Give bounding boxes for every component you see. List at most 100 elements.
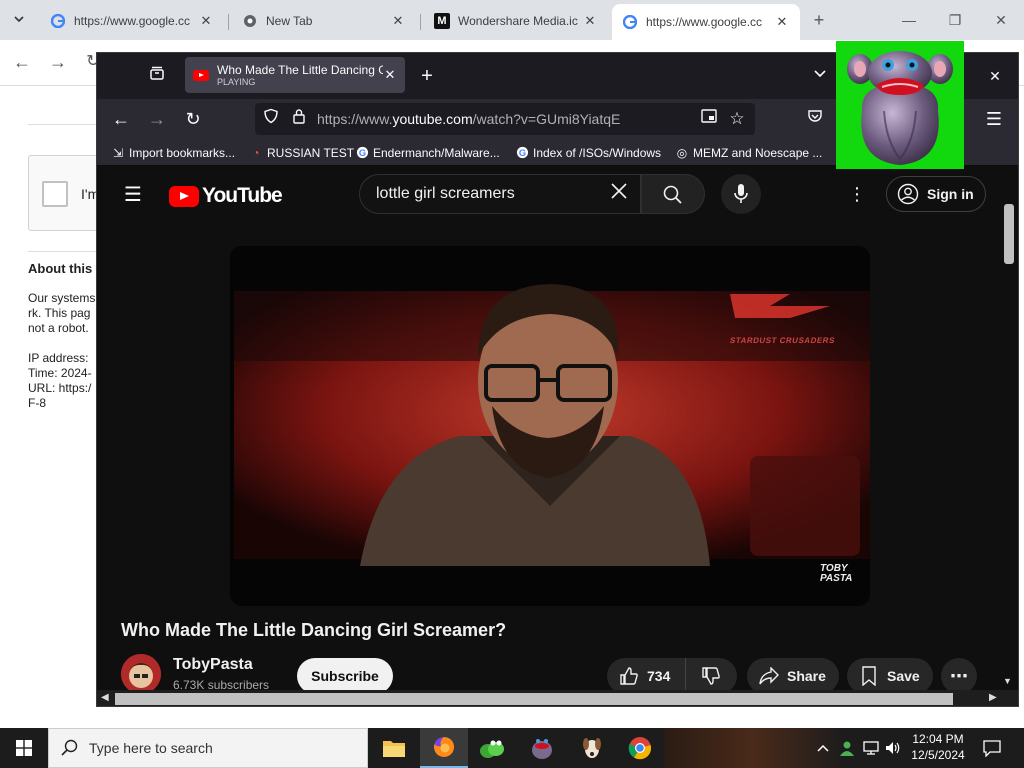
- bookmark-memz[interactable]: ◎ MEMZ and Noescape ...: [675, 143, 823, 163]
- like-button[interactable]: 734: [607, 658, 686, 694]
- close-icon[interactable]: ✕: [582, 13, 598, 29]
- tray-user-icon[interactable]: [836, 728, 858, 768]
- bookmark-endermanch[interactable]: G Endermanch/Malware...: [355, 143, 500, 163]
- clear-search-icon[interactable]: [607, 182, 631, 204]
- chrome-tab-google-active[interactable]: https://www.google.cc ✕: [612, 4, 800, 40]
- scrollbar-thumb[interactable]: [1004, 204, 1014, 264]
- avatar[interactable]: [121, 654, 161, 694]
- sign-in-button[interactable]: Sign in: [886, 176, 986, 212]
- taskbar-app-creature[interactable]: [518, 728, 566, 768]
- scroll-right-icon[interactable]: ▶: [989, 692, 997, 703]
- close-window-button[interactable]: ✕: [978, 6, 1024, 34]
- new-tab-button[interactable]: +: [804, 6, 834, 34]
- video-title: Who Made The Little Dancing Girl Screame…: [121, 620, 507, 640]
- list-all-tabs-icon[interactable]: [808, 65, 832, 87]
- taskbar-firefox[interactable]: [420, 728, 468, 768]
- lock-icon[interactable]: [287, 108, 311, 130]
- channel-name[interactable]: TobyPasta: [173, 656, 253, 674]
- shield-icon[interactable]: [259, 108, 283, 130]
- bookmark-russian-test[interactable]: ◔ RUSSIAN TEST: [249, 143, 354, 163]
- google-icon: G: [515, 146, 529, 160]
- bookmark-import[interactable]: ⇲ Import bookmarks...: [111, 143, 235, 163]
- more-vertical-icon[interactable]: ⋮: [845, 183, 869, 205]
- tray-network-icon[interactable]: [860, 728, 882, 768]
- close-icon[interactable]: ✕: [198, 13, 214, 29]
- share-button[interactable]: Share: [747, 658, 839, 694]
- taskbar-app-frogs[interactable]: [468, 728, 516, 768]
- taskbar-chrome[interactable]: [616, 728, 664, 768]
- account-icon: [897, 183, 919, 205]
- close-window-button[interactable]: ✕: [983, 65, 1007, 87]
- firefox-view-icon[interactable]: [145, 65, 169, 87]
- google-icon: [622, 14, 638, 30]
- close-icon[interactable]: ✕: [383, 67, 397, 83]
- windows-taskbar: Type here to search 12:04 PM 12/5/2024: [0, 728, 1024, 768]
- back-arrow-icon[interactable]: ←: [109, 108, 133, 130]
- back-arrow-icon[interactable]: ←: [4, 48, 40, 76]
- show-hidden-icons-button[interactable]: [812, 728, 834, 768]
- voice-search-button[interactable]: [721, 174, 761, 214]
- about-line: rk. This pag: [28, 306, 91, 320]
- thumbs-up-icon: [620, 667, 638, 685]
- dislike-button[interactable]: [686, 658, 736, 694]
- share-icon: [759, 667, 779, 685]
- bookmark-star-icon[interactable]: ☆: [725, 108, 749, 130]
- hamburger-menu-icon[interactable]: ☰: [982, 108, 1006, 130]
- forward-arrow-icon[interactable]: →: [145, 108, 169, 130]
- tray-volume-icon[interactable]: [882, 728, 904, 768]
- recaptcha-checkbox[interactable]: [42, 181, 68, 207]
- desktop-buddy-overlay[interactable]: [836, 41, 964, 169]
- vertical-scrollbar[interactable]: ▼: [1000, 166, 1018, 691]
- scroll-left-icon[interactable]: ◀: [101, 692, 109, 703]
- taskbar-file-explorer[interactable]: [370, 728, 418, 768]
- picture-in-picture-icon[interactable]: [697, 108, 721, 130]
- video-player[interactable]: STARDUST CRUSADERS TOBY PASTA: [230, 246, 870, 606]
- like-dislike-group: 734: [607, 658, 737, 694]
- start-button[interactable]: [0, 728, 48, 768]
- youtube-icon: [169, 185, 199, 207]
- restore-button[interactable]: ❐: [932, 6, 978, 34]
- people-icon: [840, 741, 854, 756]
- svg-text:G: G: [518, 148, 525, 158]
- subscribe-button[interactable]: Subscribe: [297, 658, 393, 694]
- pocket-icon[interactable]: [803, 108, 827, 130]
- video-watermark: TOBY PASTA: [820, 563, 853, 584]
- taskbar-app-dog[interactable]: [568, 728, 616, 768]
- about-line: not a robot.: [28, 321, 89, 335]
- hamburger-menu-icon[interactable]: ☰: [121, 184, 145, 206]
- chrome-tab-google-1[interactable]: https://www.google.cc ✕: [40, 6, 224, 36]
- search-input[interactable]: lottle girl screamers: [359, 174, 641, 214]
- divider: [28, 124, 98, 125]
- url-bar[interactable]: https://www.youtube.com/watch?v=GUmi8Yia…: [255, 103, 755, 135]
- minimize-button[interactable]: —: [886, 6, 932, 34]
- frog-icon: [480, 740, 504, 758]
- new-tab-button[interactable]: +: [415, 65, 439, 87]
- taskbar-search-input[interactable]: Type here to search: [48, 728, 368, 768]
- about-heading: About this: [28, 261, 93, 276]
- chrome-tab-title: https://www.google.cc: [74, 14, 191, 28]
- scrollbar-thumb[interactable]: [115, 693, 953, 705]
- save-label: Save: [887, 668, 920, 684]
- search-button[interactable]: [641, 174, 705, 214]
- chrome-tab-new-tab[interactable]: New Tab ✕: [232, 6, 416, 36]
- save-button[interactable]: Save: [847, 658, 933, 694]
- more-actions-button[interactable]: ⋯: [941, 658, 977, 694]
- recaptcha-box: I'm: [28, 155, 99, 231]
- thumbs-down-icon: [702, 667, 720, 685]
- action-center-button[interactable]: [972, 728, 1012, 768]
- youtube-logo[interactable]: YouTube: [169, 184, 283, 208]
- forward-arrow-icon[interactable]: →: [40, 48, 76, 76]
- scroll-down-icon[interactable]: ▼: [1003, 676, 1012, 686]
- chrome-tab-wondershare[interactable]: M Wondershare Media.ic ✕: [424, 6, 608, 36]
- close-icon[interactable]: ✕: [774, 14, 790, 30]
- taskbar-clock[interactable]: 12:04 PM 12/5/2024: [905, 731, 971, 763]
- tab-search-button[interactable]: [4, 6, 34, 34]
- reload-icon[interactable]: ↻: [181, 108, 205, 130]
- firefox-tab-youtube[interactable]: Who Made The Little Dancing G PLAYING ✕: [185, 57, 405, 93]
- close-icon[interactable]: ✕: [390, 13, 406, 29]
- tab-divider: [420, 14, 421, 30]
- bookmark-index-isos[interactable]: G Index of /ISOs/Windows: [515, 143, 661, 163]
- video-banner-text: STARDUST CRUSADERS: [729, 336, 836, 345]
- horizontal-scrollbar[interactable]: ◀ ▶: [97, 690, 1018, 706]
- speaker-icon: [886, 742, 900, 754]
